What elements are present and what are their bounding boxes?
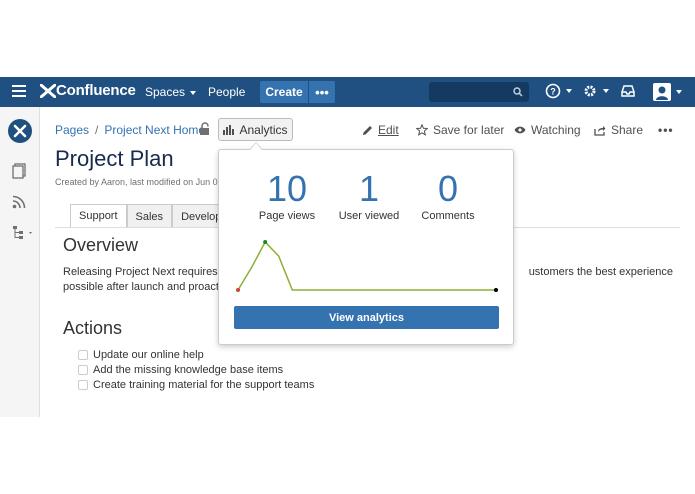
edit-label: Edit [378, 123, 399, 137]
stat-user-viewed: 1 User viewed [337, 168, 401, 223]
search-icon [513, 87, 523, 97]
spaces-menu[interactable]: Spaces [145, 85, 197, 99]
watching-label: Watching [531, 123, 581, 137]
stat-label: Page views [258, 210, 316, 222]
inbox-icon [621, 85, 635, 97]
task-checkbox[interactable] [78, 380, 88, 390]
breadcrumb-parent[interactable]: Project Next Home [104, 123, 205, 137]
breadcrumb-separator: / [95, 123, 99, 137]
confluence-logo[interactable]: Confluence [40, 82, 136, 99]
page-views-sparkline [236, 240, 498, 292]
task-item: Create training material for the support… [78, 379, 314, 391]
analytics-popup: 10 Page views 1 User viewed 0 Comments V… [218, 149, 514, 345]
task-checkbox[interactable] [78, 350, 88, 360]
save-for-later-button[interactable]: Save for later [416, 123, 504, 137]
watching-button[interactable]: Watching [514, 123, 581, 137]
chevron-down-icon [676, 90, 682, 94]
share-button[interactable]: Share [594, 123, 643, 137]
stat-label: Comments [421, 210, 475, 222]
tab-support[interactable]: Support [70, 204, 127, 228]
page-title: Project Plan [55, 146, 174, 171]
create-more-button[interactable]: ••• [309, 81, 335, 103]
settings-menu[interactable] [582, 83, 609, 99]
confluence-x-icon [40, 83, 56, 98]
tab-sales[interactable]: Sales [126, 204, 173, 228]
create-button[interactable]: Create [260, 81, 308, 103]
blog-feed-icon[interactable] [12, 195, 26, 214]
sparkline-series [237, 240, 496, 291]
search-input[interactable] [429, 82, 529, 102]
sparkline-peak-point [263, 240, 268, 244]
confluence-window: Confluence Spaces People Create ••• ? Pa… [0, 77, 695, 417]
stat-label: User viewed [338, 210, 400, 222]
breadcrumb: Pages / Project Next Home [55, 123, 205, 137]
stat-page-views: 10 Page views [257, 168, 317, 223]
breadcrumb-pages[interactable]: Pages [55, 123, 89, 137]
space-sidebar [0, 107, 40, 417]
edit-button[interactable]: Edit [362, 123, 399, 137]
sparkline-start-point [236, 288, 240, 292]
page-byline: Created by Aaron, last modified on Jun 0 [55, 177, 218, 187]
people-link[interactable]: People [208, 85, 245, 99]
overview-text-line-1: Releasing Project Next requires a [63, 266, 227, 278]
gear-icon [584, 85, 596, 97]
task-label: Update our online help [93, 349, 204, 361]
pages-icon[interactable] [12, 163, 26, 184]
task-label: Add the missing knowledge base items [93, 364, 284, 376]
page-tabs: Support Sales Developm [70, 204, 240, 228]
top-nav: Confluence Spaces People Create ••• ? [0, 77, 695, 107]
more-actions-button[interactable]: ••• [658, 123, 674, 137]
analytics-button[interactable]: Analytics [218, 118, 293, 141]
spaces-label: Spaces [145, 85, 186, 99]
sparkline-end-point [494, 288, 498, 292]
task-item: Add the missing knowledge base items [78, 364, 283, 376]
space-avatar[interactable] [8, 119, 32, 143]
space-logo-icon [13, 124, 27, 138]
unlock-icon[interactable] [199, 122, 211, 141]
popup-arrow-inner [250, 143, 262, 150]
user-menu[interactable] [653, 83, 682, 101]
pencil-icon [363, 125, 372, 135]
task-label: Create training material for the support… [93, 379, 315, 391]
avatar-icon [653, 83, 671, 101]
stat-value: 0 [437, 168, 459, 209]
notifications-button[interactable] [620, 83, 636, 99]
star-icon [416, 124, 428, 136]
stat-value: 10 [266, 168, 308, 209]
share-icon [594, 125, 606, 136]
actions-heading: Actions [63, 318, 123, 338]
menu-icon[interactable] [12, 85, 26, 97]
analytics-label: Analytics [239, 122, 288, 137]
task-item: Update our online help [78, 349, 204, 361]
chevron-down-icon [603, 89, 609, 93]
stat-comments: 0 Comments [418, 168, 478, 223]
overview-text-line-1-end: ustomers the best experience [528, 266, 673, 278]
stat-value: 1 [358, 168, 380, 209]
help-menu[interactable]: ? [545, 83, 572, 99]
bar-chart-icon [223, 124, 235, 135]
page-tree-icon[interactable] [12, 225, 34, 244]
view-analytics-button[interactable]: View analytics [234, 306, 499, 329]
chevron-down-icon [566, 89, 572, 93]
eye-icon [514, 126, 526, 134]
help-icon: ? [545, 83, 561, 99]
overview-heading: Overview [63, 235, 139, 255]
save-for-later-label: Save for later [433, 123, 505, 137]
chevron-down-icon [190, 90, 197, 95]
logo-text: Confluence [56, 82, 136, 99]
svg-text:?: ? [550, 87, 556, 97]
task-checkbox[interactable] [78, 365, 88, 375]
share-label: Share [611, 123, 644, 137]
